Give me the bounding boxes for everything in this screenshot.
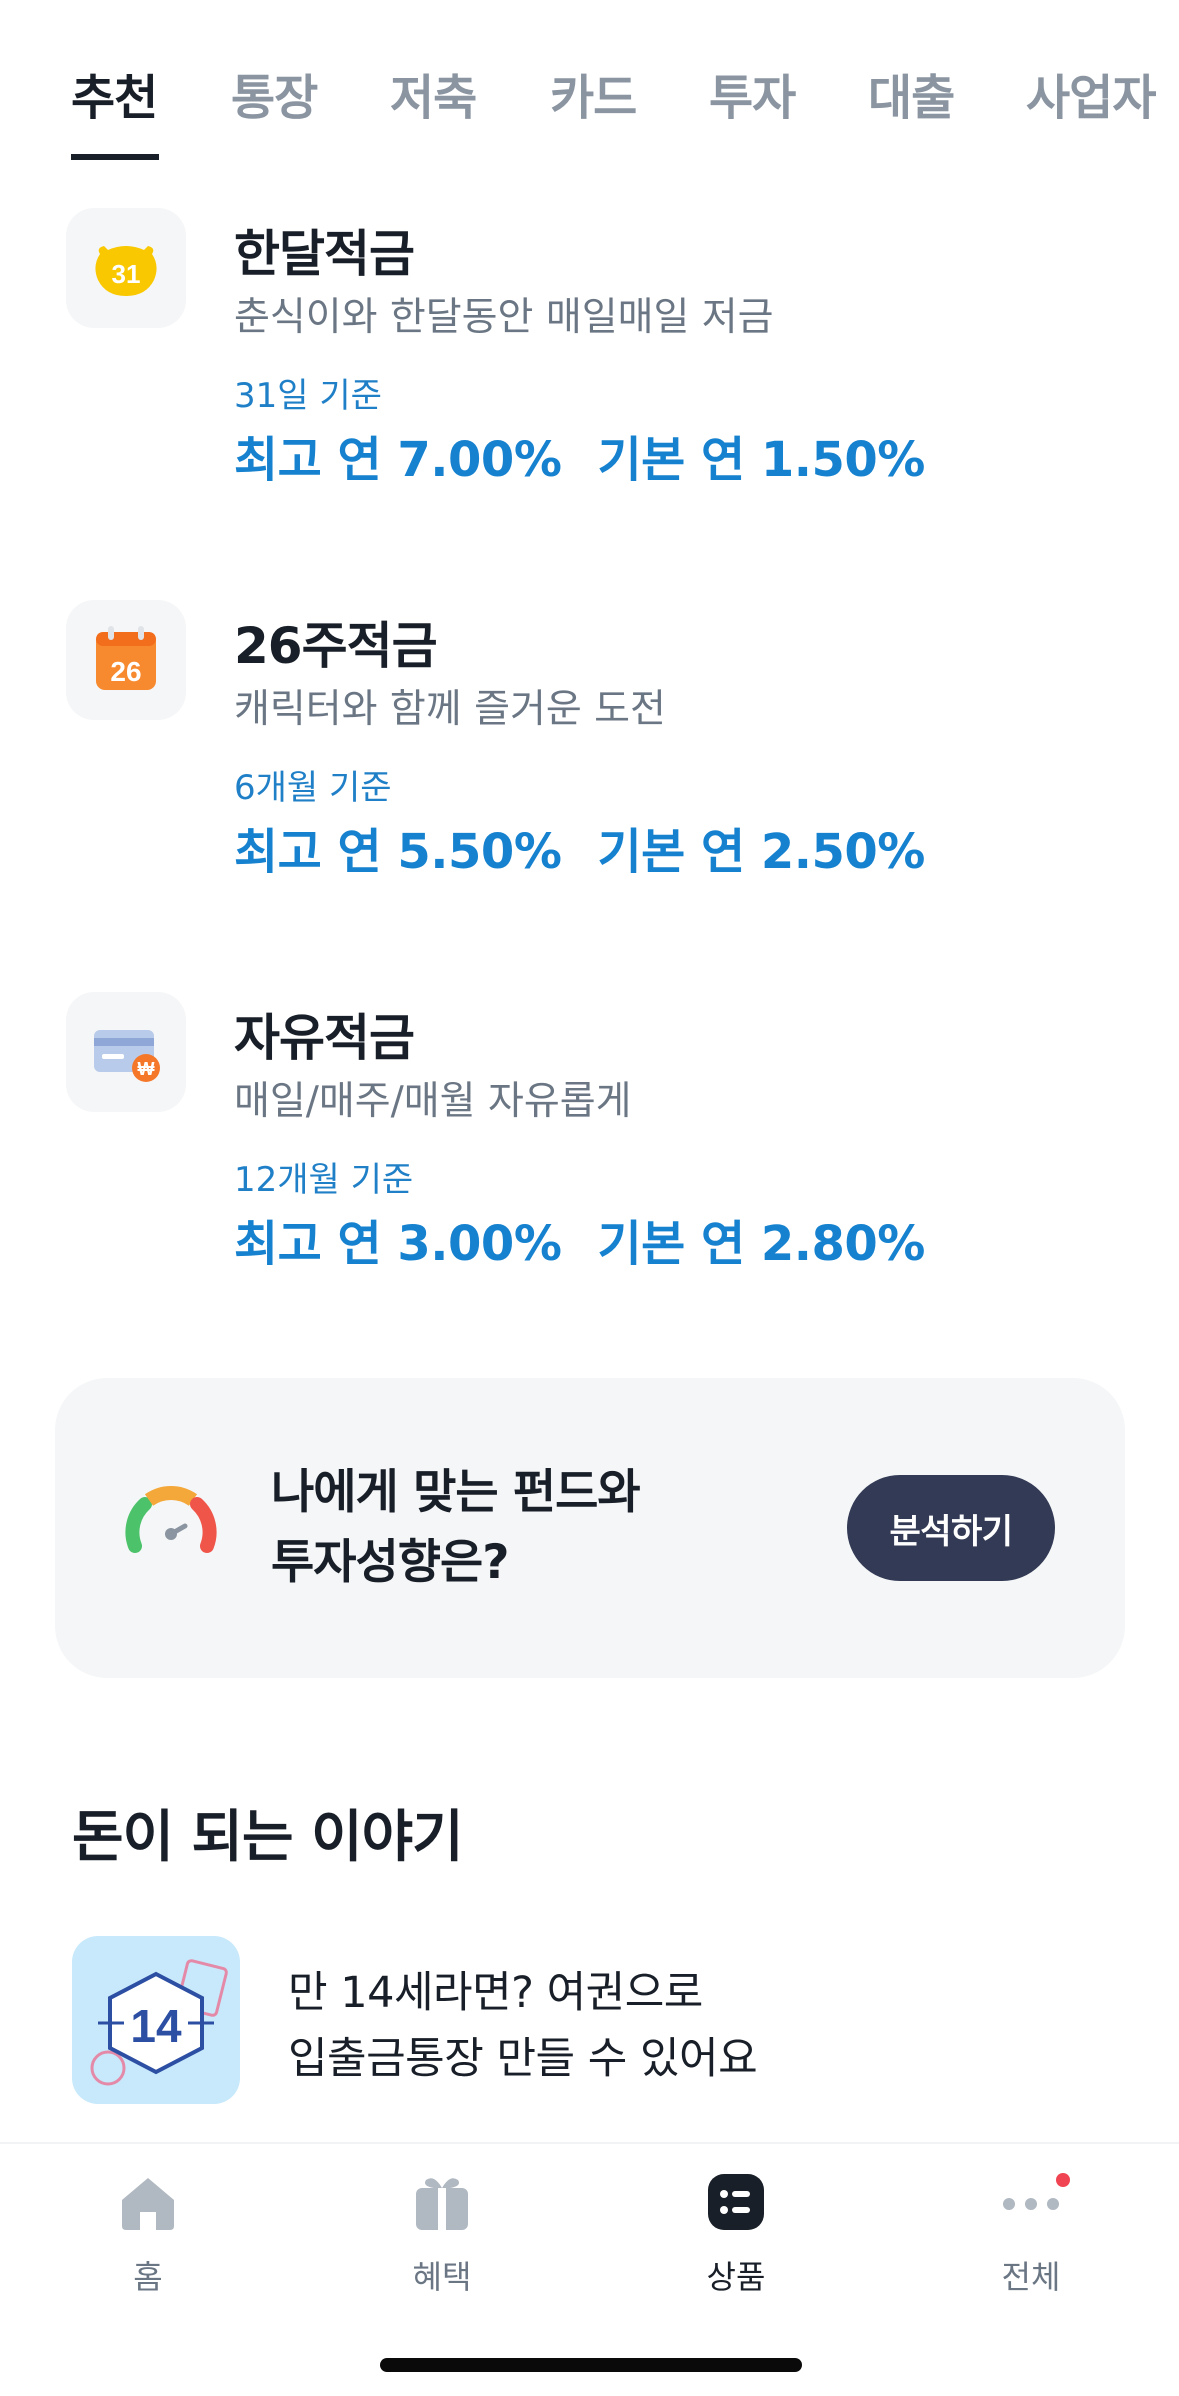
fund-analysis-card[interactable]: 나에게 맞는 펀드와 투자성향은? 분석하기 xyxy=(55,1378,1125,1678)
product-period: 6개월 기준 xyxy=(234,768,392,808)
active-tab-indicator xyxy=(71,154,159,160)
gauge-icon xyxy=(123,1480,219,1564)
product-subtitle: 춘식이와 한달동안 매일매일 저금 xyxy=(234,295,774,340)
product-item-monthly-savings[interactable]: 31 한달적금 춘식이와 한달동안 매일매일 저금 31일 기준 최고 연 7.… xyxy=(0,208,1179,508)
product-item-26-week-savings[interactable]: 26 26주적금 캐릭터와 함께 즐거운 도전 6개월 기준 최고 연 5.50… xyxy=(0,600,1179,900)
max-rate: 최고 연 5.50% xyxy=(234,824,562,880)
nav-item-home[interactable]: 홈 xyxy=(68,2172,228,2302)
base-rate: 기본 연 2.80% xyxy=(597,1216,925,1272)
gift-icon xyxy=(412,2172,472,2232)
max-rate: 최고 연 3.00% xyxy=(234,1216,562,1272)
product-period: 31일 기준 xyxy=(234,376,382,416)
nav-label: 상품 xyxy=(706,2258,766,2296)
product-rates: 최고 연 3.00% 기본 연 2.80% xyxy=(234,1204,925,1274)
card-won-icon: ₩ xyxy=(66,992,186,1112)
list-icon xyxy=(706,2172,766,2232)
story-item[interactable]: 14 만 14세라면? 여권으로 입출금통장 만들 수 있어요 xyxy=(72,1936,1122,2106)
product-subtitle: 캐릭터와 함께 즐거운 도전 xyxy=(234,687,666,732)
product-title: 자유적금 xyxy=(234,1009,415,1067)
story-text: 만 14세라면? 여권으로 입출금통장 만들 수 있어요 xyxy=(288,1960,758,2092)
max-rate: 최고 연 7.00% xyxy=(234,432,562,488)
tab-investment[interactable]: 투자 xyxy=(709,58,796,128)
analysis-prompt: 나에게 맞는 펀드와 투자성향은? xyxy=(271,1458,641,1598)
product-period: 12개월 기준 xyxy=(234,1160,414,1200)
base-rate: 기본 연 2.50% xyxy=(597,824,925,880)
tab-business[interactable]: 사업자 xyxy=(1026,58,1156,128)
product-rates: 최고 연 7.00% 기본 연 1.50% xyxy=(234,420,925,490)
calendar-31-icon: 31 xyxy=(66,208,186,328)
svg-text:31: 31 xyxy=(112,259,141,289)
tab-loan[interactable]: 대출 xyxy=(868,58,955,128)
stories-section-title: 돈이 되는 이야기 xyxy=(72,1805,464,1870)
nav-label: 홈 xyxy=(133,2258,163,2296)
home-indicator[interactable] xyxy=(380,2358,802,2372)
home-icon xyxy=(118,2172,178,2232)
calendar-26-icon: 26 xyxy=(66,600,186,720)
story-line-1: 만 14세라면? 여권으로 xyxy=(288,1968,703,2018)
nav-label: 전체 xyxy=(1001,2258,1061,2296)
story-line-2: 입출금통장 만들 수 있어요 xyxy=(288,2034,758,2084)
nav-label: 혜택 xyxy=(412,2258,472,2296)
tab-savings[interactable]: 저축 xyxy=(390,58,477,128)
analysis-line-1: 나에게 맞는 펀드와 xyxy=(271,1465,641,1520)
tab-recommended[interactable]: 추천 xyxy=(71,58,158,128)
product-category-tabs: 추천 통장 저축 카드 투자 대출 사업자 xyxy=(0,0,1179,165)
svg-text:14: 14 xyxy=(130,2000,182,2052)
more-dots-icon xyxy=(1001,2172,1070,2232)
tab-card[interactable]: 카드 xyxy=(550,58,637,128)
analysis-line-2: 투자성향은? xyxy=(271,1535,509,1590)
nav-item-benefits[interactable]: 혜택 xyxy=(362,2172,522,2302)
tab-account[interactable]: 통장 xyxy=(231,58,318,128)
base-rate: 기본 연 1.50% xyxy=(597,432,925,488)
nav-item-all[interactable]: 전체 xyxy=(951,2172,1111,2302)
product-item-free-savings[interactable]: ₩ 자유적금 매일/매주/매월 자유롭게 12개월 기준 최고 연 3.00% 기… xyxy=(0,992,1179,1292)
svg-text:26: 26 xyxy=(110,656,141,687)
product-rates: 최고 연 5.50% 기본 연 2.50% xyxy=(234,812,925,882)
nav-item-products[interactable]: 상품 xyxy=(656,2172,816,2302)
analyze-button[interactable]: 분석하기 xyxy=(847,1475,1055,1581)
svg-text:₩: ₩ xyxy=(138,1059,155,1079)
passport-14-icon: 14 xyxy=(72,1936,240,2104)
product-title: 한달적금 xyxy=(234,225,415,283)
product-subtitle: 매일/매주/매월 자유롭게 xyxy=(234,1079,632,1124)
product-title: 26주적금 xyxy=(234,617,438,675)
